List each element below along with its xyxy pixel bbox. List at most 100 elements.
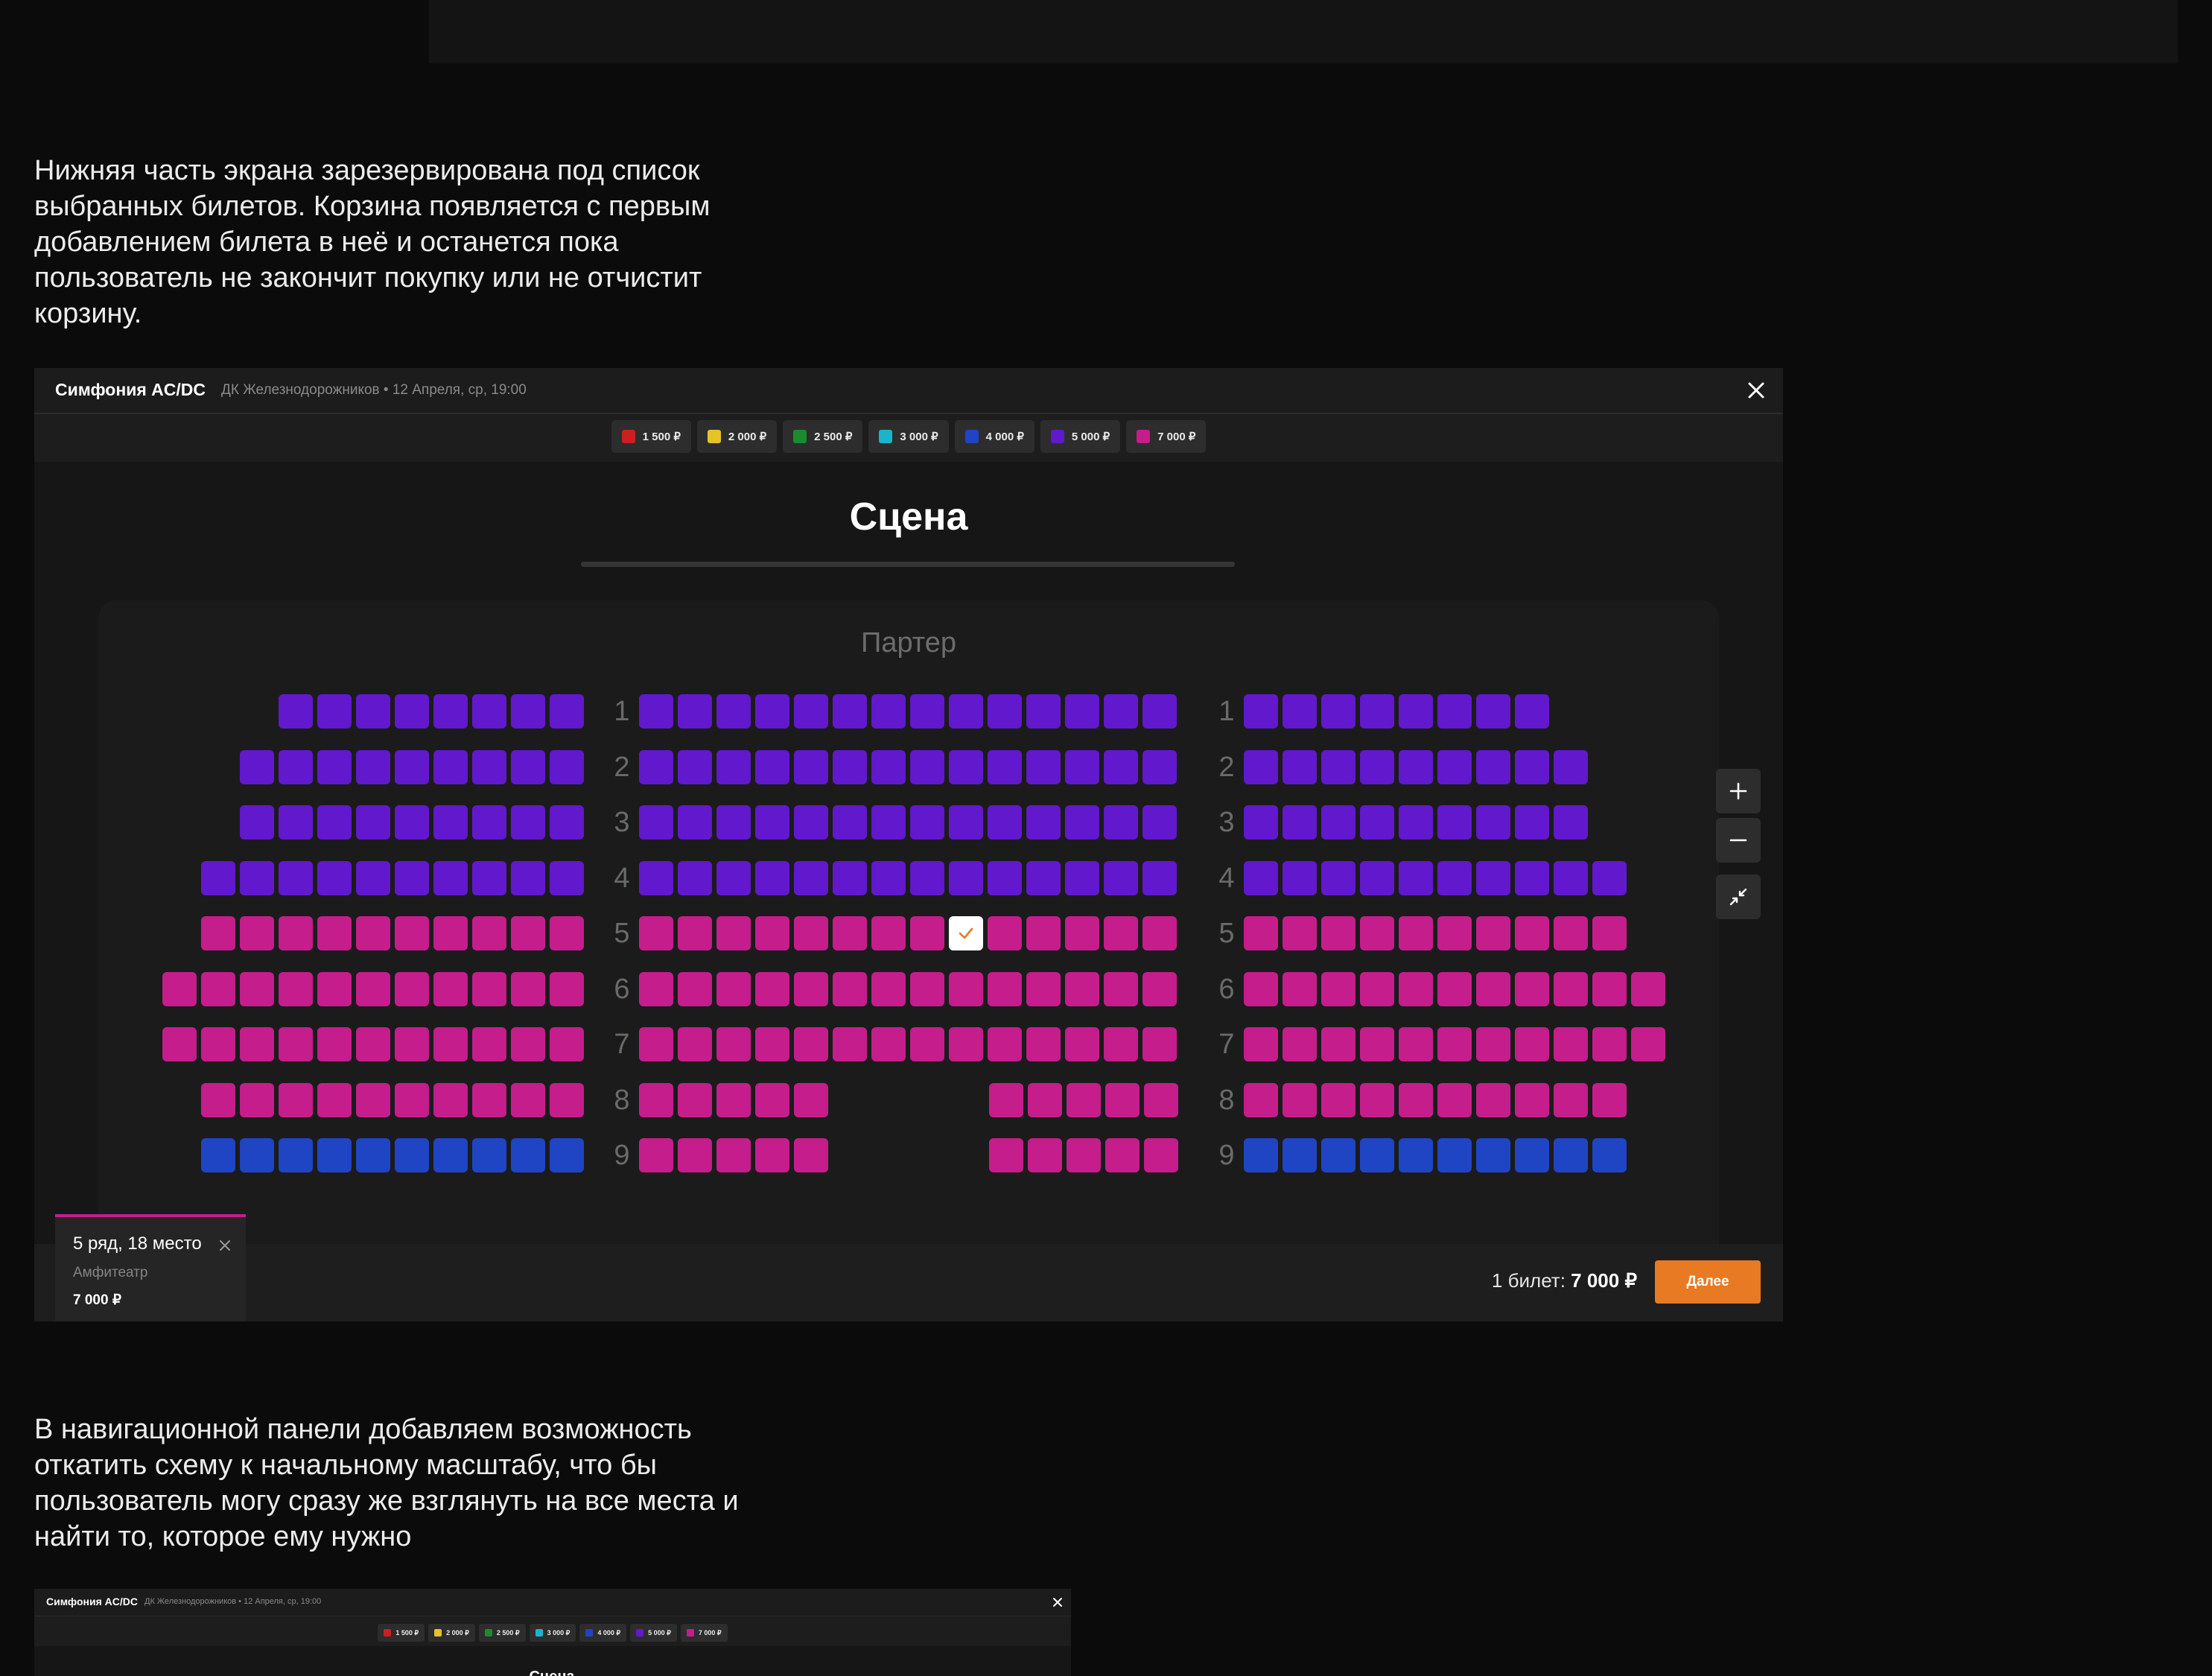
seat[interactable] <box>833 805 867 839</box>
seat[interactable] <box>279 860 313 895</box>
seat[interactable] <box>639 916 673 950</box>
seat[interactable] <box>240 1082 274 1117</box>
seat[interactable] <box>511 1082 545 1117</box>
seat[interactable] <box>1360 971 1394 1006</box>
seat[interactable] <box>1142 916 1177 950</box>
seat[interactable] <box>949 694 983 729</box>
seat[interactable] <box>755 916 789 950</box>
seat[interactable] <box>279 1027 313 1061</box>
seat[interactable] <box>794 1027 828 1061</box>
seat[interactable] <box>356 694 390 729</box>
seat[interactable] <box>1321 805 1356 839</box>
seat[interactable] <box>472 749 506 784</box>
seat[interactable] <box>1360 860 1394 895</box>
seat[interactable] <box>1515 1082 1549 1117</box>
seat[interactable] <box>1065 860 1099 895</box>
seat[interactable] <box>433 694 468 729</box>
seat[interactable] <box>1283 1082 1317 1117</box>
seat[interactable] <box>871 916 906 950</box>
seat[interactable] <box>678 1027 712 1061</box>
seat[interactable] <box>1104 916 1138 950</box>
seat[interactable] <box>949 749 983 784</box>
seat[interactable] <box>395 805 429 839</box>
seat[interactable] <box>511 805 545 839</box>
seat[interactable] <box>871 694 906 729</box>
seat[interactable] <box>1360 1138 1394 1172</box>
seat[interactable] <box>1321 694 1356 729</box>
seat[interactable] <box>1437 860 1472 895</box>
seat[interactable] <box>794 749 828 784</box>
seat[interactable] <box>1515 971 1549 1006</box>
seat[interactable] <box>279 694 313 729</box>
seat[interactable] <box>1142 694 1177 729</box>
seat[interactable] <box>1283 971 1317 1006</box>
seat[interactable] <box>639 1082 673 1117</box>
seat[interactable] <box>279 749 313 784</box>
seat[interactable] <box>639 749 673 784</box>
seat[interactable] <box>794 805 828 839</box>
seat[interactable] <box>472 1027 506 1061</box>
seat[interactable] <box>433 971 468 1006</box>
seat[interactable] <box>833 860 867 895</box>
seat[interactable] <box>395 1082 429 1117</box>
seat[interactable] <box>1026 749 1061 784</box>
seat[interactable] <box>755 1082 789 1117</box>
seat[interactable] <box>910 694 944 729</box>
seat[interactable] <box>356 1027 390 1061</box>
seat[interactable] <box>550 805 584 839</box>
seat[interactable] <box>1026 971 1061 1006</box>
seat[interactable] <box>678 805 712 839</box>
seat[interactable] <box>356 916 390 950</box>
seat[interactable] <box>279 1082 313 1117</box>
seat[interactable] <box>279 916 313 950</box>
seat[interactable] <box>833 971 867 1006</box>
seat[interactable] <box>433 860 468 895</box>
seat[interactable] <box>317 1138 352 1172</box>
seat[interactable] <box>1028 1082 1062 1117</box>
seat[interactable] <box>678 971 712 1006</box>
seat[interactable] <box>511 1138 545 1172</box>
seat[interactable] <box>794 916 828 950</box>
seat[interactable] <box>1026 916 1061 950</box>
seat[interactable] <box>1476 1082 1510 1117</box>
seat[interactable] <box>395 916 429 950</box>
seat[interactable] <box>1065 1027 1099 1061</box>
seat[interactable] <box>550 971 584 1006</box>
seat[interactable] <box>678 694 712 729</box>
seat[interactable] <box>755 1027 789 1061</box>
seat[interactable] <box>1554 1082 1588 1117</box>
seat[interactable] <box>511 1027 545 1061</box>
seat[interactable] <box>1065 749 1099 784</box>
seat[interactable] <box>1283 1138 1317 1172</box>
seat[interactable] <box>1476 916 1510 950</box>
seat[interactable] <box>1065 694 1099 729</box>
seat[interactable] <box>716 916 751 950</box>
price-chip[interactable]: 7 000 ₽ <box>680 1624 728 1642</box>
seat[interactable] <box>1437 1027 1472 1061</box>
seat[interactable] <box>678 1082 712 1117</box>
seat[interactable] <box>317 916 352 950</box>
seat[interactable] <box>1026 805 1061 839</box>
price-chip[interactable]: 1 500 ₽ <box>378 1624 425 1642</box>
seat[interactable] <box>1321 1138 1356 1172</box>
seat[interactable] <box>395 749 429 784</box>
seat[interactable] <box>1244 805 1278 839</box>
seat[interactable] <box>317 694 352 729</box>
seat[interactable] <box>1065 916 1099 950</box>
seat[interactable] <box>794 860 828 895</box>
seat[interactable] <box>1283 805 1317 839</box>
seat[interactable] <box>240 1138 274 1172</box>
seat[interactable] <box>988 971 1022 1006</box>
seat[interactable] <box>550 860 584 895</box>
seat[interactable] <box>240 1027 274 1061</box>
reset-zoom-button[interactable] <box>1716 874 1761 919</box>
seat[interactable] <box>1142 860 1177 895</box>
seat[interactable] <box>755 1138 789 1172</box>
seat[interactable] <box>1321 1082 1356 1117</box>
seat[interactable] <box>550 1027 584 1061</box>
seat[interactable] <box>1437 749 1472 784</box>
seat[interactable] <box>1104 1027 1138 1061</box>
seat[interactable] <box>716 1027 751 1061</box>
seat[interactable] <box>240 971 274 1006</box>
seat[interactable] <box>1476 860 1510 895</box>
